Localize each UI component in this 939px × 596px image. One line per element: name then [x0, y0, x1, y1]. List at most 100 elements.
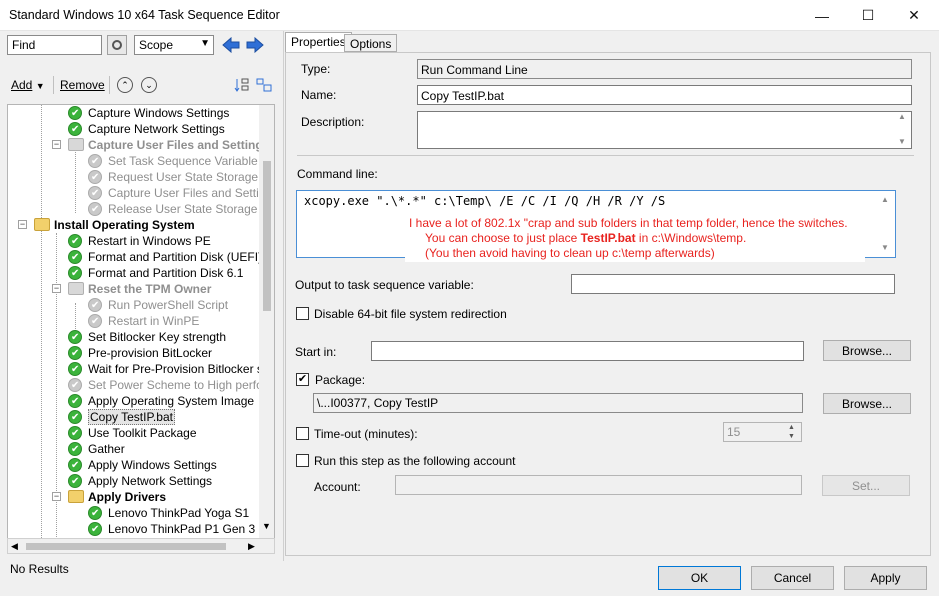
- tab-options[interactable]: Options: [344, 34, 398, 52]
- tree-item[interactable]: Capture User Files and Settings: [8, 185, 274, 202]
- tree-item[interactable]: Lenovo ThinkPad P1 Gen 3: [8, 521, 259, 538]
- scroll-down-icon[interactable]: ▼: [262, 521, 271, 531]
- maximize-button[interactable]: ☐: [845, 0, 891, 31]
- collapse-icon[interactable]: −: [52, 284, 61, 293]
- tree-item[interactable]: − Install Operating System: [8, 217, 259, 233]
- tree-item[interactable]: Copy TestIP.bat: [8, 409, 259, 426]
- chevron-up-icon[interactable]: ▲: [881, 195, 889, 204]
- tree-item[interactable]: Capture Network Settings: [8, 121, 259, 138]
- output-variable-input[interactable]: [571, 274, 895, 294]
- collapse-icon[interactable]: −: [52, 140, 61, 149]
- tree-item-label: Capture User Files and Settings: [108, 186, 275, 200]
- type-label: Type:: [301, 62, 331, 76]
- description-input[interactable]: [417, 111, 912, 149]
- tree-item[interactable]: Use Toolkit Package: [8, 425, 259, 442]
- tree-item[interactable]: Request User State Storage: [8, 169, 259, 186]
- tree-item-label: Set Task Sequence Variable: [108, 154, 258, 168]
- tree-item[interactable]: Set Bitlocker Key strength: [8, 329, 259, 346]
- name-input[interactable]: Copy TestIP.bat: [417, 85, 912, 105]
- divider: [297, 155, 914, 156]
- scroll-right-icon[interactable]: ▶: [248, 541, 255, 552]
- type-value: Run Command Line: [417, 59, 912, 79]
- search-input[interactable]: Find: [7, 35, 102, 55]
- tree-item[interactable]: − Capture User Files and Settings: [8, 137, 269, 153]
- tree-item[interactable]: Restart in Windows PE: [8, 233, 259, 250]
- disabled-check-icon: [88, 186, 102, 202]
- success-check-icon: [68, 410, 82, 426]
- tree-item[interactable]: Apply Network Settings: [8, 473, 259, 490]
- tree-item[interactable]: Restart in WinPE: [8, 313, 259, 330]
- success-check-icon: [68, 346, 82, 362]
- tree-item-label: Pre-provision BitLocker: [88, 346, 213, 360]
- tree-item[interactable]: Run PowerShell Script: [8, 297, 259, 314]
- collapse-icon[interactable]: −: [52, 492, 61, 501]
- tree-scrollbar-thumb[interactable]: [263, 161, 271, 311]
- sort-button[interactable]: [234, 77, 250, 93]
- timeout-stepper: 15 ▲ ▼: [723, 422, 802, 442]
- note-line-2: You can choose to just place TestIP.bat …: [425, 231, 746, 246]
- find-previous-button[interactable]: [221, 35, 241, 55]
- find-next-button[interactable]: [245, 35, 265, 55]
- close-button[interactable]: ✕: [891, 0, 937, 31]
- run-as-checkbox[interactable]: [296, 454, 309, 467]
- add-menu-button[interactable]: Add ▼: [11, 78, 45, 92]
- tree-item[interactable]: − Apply Drivers: [8, 489, 259, 505]
- move-down-button[interactable]: ⌄: [141, 77, 157, 93]
- success-check-icon: [68, 106, 82, 122]
- tree-item[interactable]: Gather: [8, 441, 259, 458]
- success-check-icon: [68, 474, 82, 490]
- cancel-button[interactable]: Cancel: [751, 566, 834, 590]
- scroll-left-icon[interactable]: ◀: [11, 541, 18, 552]
- remove-button[interactable]: Remove: [60, 78, 105, 92]
- tree-item[interactable]: Apply Operating System Image: [8, 393, 259, 410]
- tree-item[interactable]: Set Power Scheme to High performance: [8, 377, 274, 394]
- tree-item[interactable]: Set Task Sequence Variable: [8, 153, 259, 170]
- tree-item[interactable]: Apply Windows Settings: [8, 457, 259, 474]
- tab-properties[interactable]: Properties: [285, 32, 352, 53]
- tree-scrollbar[interactable]: ▼: [259, 105, 274, 553]
- disable-64bit-checkbox[interactable]: [296, 307, 309, 320]
- tree-hscrollbar-thumb[interactable]: [26, 543, 226, 550]
- task-sequence-tree[interactable]: Capture Windows Settings Capture Network …: [7, 104, 275, 554]
- tree-hscrollbar[interactable]: ◀ ▶: [7, 538, 275, 554]
- tree-item[interactable]: Format and Partition Disk (UEFI): [8, 249, 262, 266]
- apply-button[interactable]: Apply: [844, 566, 927, 590]
- tree-item-label: Install Operating System: [54, 218, 195, 232]
- browse-start-in-button[interactable]: Browse...: [823, 340, 911, 361]
- start-in-input[interactable]: [371, 341, 804, 361]
- tree-item-label: Capture User Files and Settings: [88, 138, 270, 152]
- success-check-icon: [68, 458, 82, 474]
- tree-item[interactable]: − Reset the TPM Owner: [8, 281, 259, 297]
- tree-item[interactable]: Pre-provision BitLocker: [8, 345, 259, 362]
- chevron-down-icon[interactable]: ▼: [898, 137, 906, 146]
- package-checkbox[interactable]: ✔: [296, 373, 309, 386]
- group-button[interactable]: [256, 77, 272, 93]
- tree-item[interactable]: Format and Partition Disk 6.1: [8, 265, 259, 282]
- success-check-icon: [88, 506, 102, 522]
- tree-item[interactable]: Capture Windows Settings: [8, 105, 259, 122]
- note-line-2c: in c:\Windows\temp.: [635, 231, 747, 245]
- move-up-button[interactable]: ⌃: [117, 77, 133, 93]
- chevron-down-icon[interactable]: ▼: [881, 243, 889, 252]
- tree-item[interactable]: Lenovo ThinkPad Yoga S1: [8, 505, 259, 522]
- folder-icon: [68, 138, 84, 151]
- success-check-icon: [68, 250, 82, 266]
- success-check-icon: [68, 266, 82, 282]
- group-icon: [256, 78, 272, 92]
- ok-button[interactable]: OK: [658, 566, 741, 590]
- success-check-icon: [68, 234, 82, 250]
- scope-select[interactable]: Scope ▼: [134, 35, 214, 55]
- description-label: Description:: [301, 115, 365, 129]
- minimize-button[interactable]: —: [799, 0, 845, 31]
- search-button[interactable]: [107, 35, 127, 55]
- tree-item[interactable]: Wait for Pre-Provision Bitlocker step: [8, 361, 274, 378]
- tree-item-label: Lenovo ThinkPad P1 Gen 3: [108, 522, 256, 536]
- browse-package-button[interactable]: Browse...: [823, 393, 911, 414]
- folder-icon: [68, 490, 84, 503]
- splitter[interactable]: [283, 31, 284, 561]
- tree-item[interactable]: Release User State Storage: [8, 201, 259, 218]
- run-as-label: Run this step as the following account: [314, 454, 516, 468]
- timeout-checkbox[interactable]: [296, 427, 309, 440]
- chevron-up-icon[interactable]: ▲: [898, 112, 906, 121]
- collapse-icon[interactable]: −: [18, 220, 27, 229]
